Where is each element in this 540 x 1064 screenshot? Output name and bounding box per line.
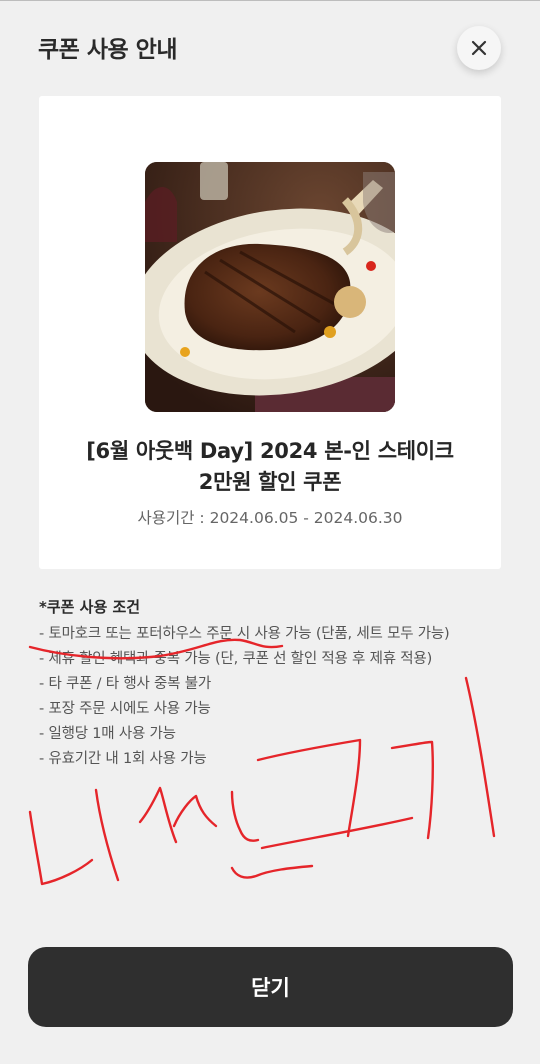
handwriting-o <box>260 816 414 850</box>
condition-item: - 일행당 1매 사용 가능 <box>39 726 176 742</box>
conditions-title: *쿠폰 사용 조건 <box>39 598 141 616</box>
close-bottom-button[interactable]: 닫기 <box>28 947 513 1027</box>
close-icon <box>471 40 487 56</box>
handwriting-n <box>230 790 314 879</box>
coupon-title-line1: [6월 아웃백 Day] 2024 본-인 스테이크 <box>86 439 454 463</box>
coupon-card: [6월 아웃백 Day] 2024 본-인 스테이크 2만원 할인 쿠폰 사용기… <box>39 96 501 569</box>
page-title: 쿠폰 사용 안내 <box>38 37 177 63</box>
top-divider <box>0 0 540 1</box>
coupon-image <box>145 162 395 412</box>
coupon-period: 사용기간 : 2024.06.05 - 2024.06.30 <box>137 509 403 527</box>
coupon-title-line2: 2만원 할인 쿠폰 <box>198 470 342 494</box>
condition-item: - 유효기간 내 1회 사용 가능 <box>39 751 207 767</box>
condition-item: - 포장 주문 시에도 사용 가능 <box>39 701 211 717</box>
condition-item: - 제휴 할인 혜택과 중복 가능 (단, 쿠폰 선 할인 적용 후 제휴 적용… <box>39 651 433 667</box>
condition-item: - 타 쿠폰 / 타 행사 중복 불가 <box>39 676 211 692</box>
steak-photo <box>145 162 395 412</box>
conditions-list: - 토마호크 또는 포터하우스 주문 시 사용 가능 (단품, 세트 모두 가능… <box>39 622 450 772</box>
handwriting-bi <box>28 788 120 886</box>
coupon-title: [6월 아웃백 Day] 2024 본-인 스테이크 2만원 할인 쿠폰 <box>39 436 501 498</box>
close-button[interactable] <box>457 26 501 70</box>
condition-item: - 토마호크 또는 포터하우스 주문 시 사용 가능 (단품, 세트 모두 가능… <box>39 626 450 642</box>
handwriting-ssa <box>138 786 218 844</box>
